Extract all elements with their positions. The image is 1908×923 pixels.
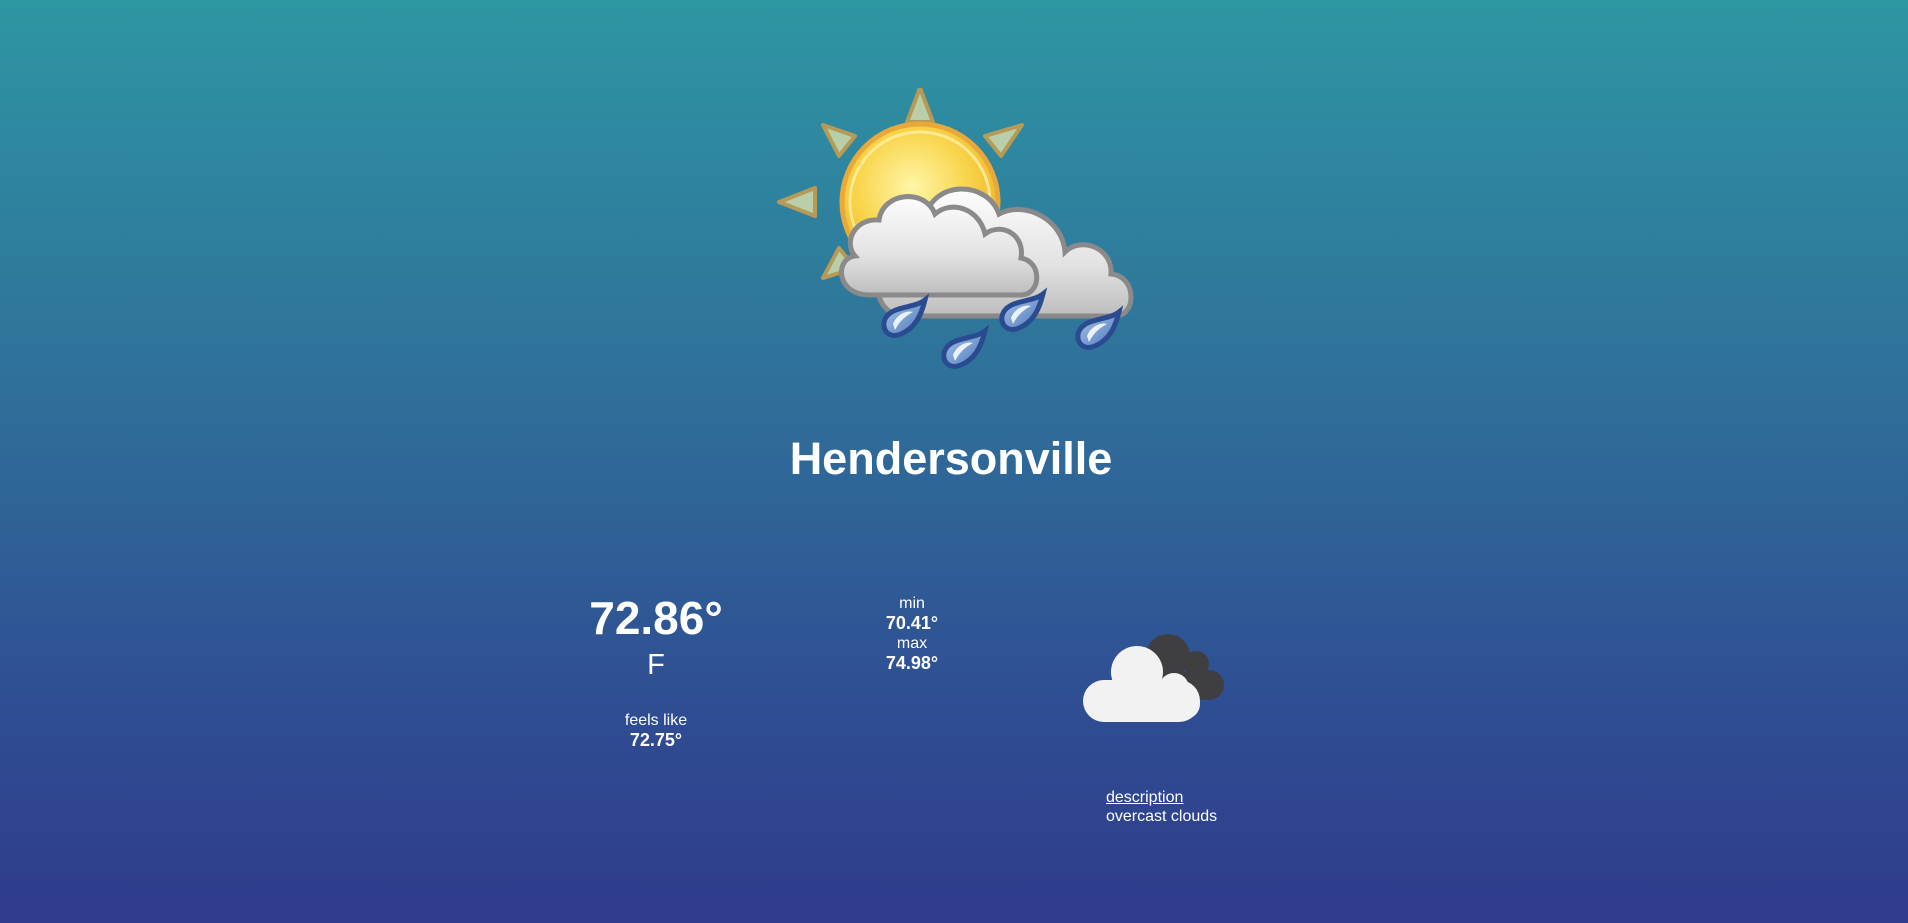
current-temperature-panel: 72.86° F feels like 72.75° (556, 590, 756, 751)
sun-cloud-rain-icon (777, 88, 1134, 369)
feels-like-value: 72.75° (629, 730, 683, 750)
description-link[interactable]: description (1106, 788, 1217, 807)
overcast-clouds-icon (1083, 634, 1224, 722)
feels-like-label: feels like (624, 712, 688, 729)
feels-like-panel: feels like 72.75° (556, 711, 756, 751)
max-value: 74.98° (885, 653, 939, 673)
min-value: 70.41° (885, 613, 939, 633)
temperature-value: 72.86° (589, 592, 723, 644)
temperature-unit: F (647, 649, 665, 681)
min-max-panel: min 70.41° max 74.98° (862, 594, 962, 674)
description-value: overcast clouds (1106, 808, 1218, 825)
max-label: max (896, 635, 928, 652)
description-panel: description overcast clouds (1106, 788, 1217, 826)
city-name: Hendersonville (789, 433, 1113, 484)
min-label: min (899, 595, 925, 612)
